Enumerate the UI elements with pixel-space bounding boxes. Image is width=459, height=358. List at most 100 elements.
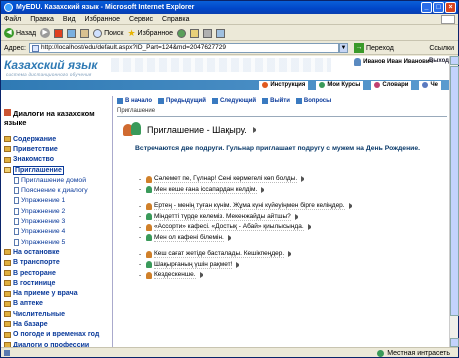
tree-item[interactable]: Диалоги о профессии <box>4 340 112 347</box>
tree-item-label: В ресторане <box>13 269 56 277</box>
tree-subitem[interactable]: Пояснение к диалогу <box>4 185 112 195</box>
play-audio-icon[interactable] <box>288 251 294 258</box>
speaker-icon[interactable] <box>252 127 259 133</box>
nav-start[interactable]: В начало <box>117 98 152 104</box>
menu-edit[interactable]: Правка <box>30 16 54 23</box>
browser-window: MyEDU. Казахский язык - Microsoft Intern… <box>0 0 459 358</box>
nav-previous[interactable]: Предыдущий <box>158 98 206 104</box>
close-button[interactable]: × <box>445 2 456 13</box>
menu-view[interactable]: Вид <box>63 16 76 23</box>
nav-instructions[interactable]: Инструкция <box>259 80 309 90</box>
folder-icon <box>4 270 11 276</box>
speaker-avatar-icon <box>146 271 152 279</box>
dialogue-text: Кездескенше. <box>154 271 196 280</box>
stop-icon[interactable] <box>54 28 64 38</box>
mail-icon[interactable] <box>190 28 200 38</box>
menu-favorites[interactable]: Избранное <box>85 16 120 23</box>
play-audio-icon[interactable] <box>301 176 307 183</box>
tree-subitem[interactable]: Упражнение 2 <box>4 206 112 216</box>
tree-item[interactable]: В аптеке <box>4 299 112 309</box>
back-button[interactable]: ◀ Назад <box>4 28 36 38</box>
lesson-title: Приглашение - Шақыру. <box>147 125 247 135</box>
tree-item[interactable]: На приеме у врача <box>4 288 112 298</box>
nav-next[interactable]: Следующий <box>211 98 256 104</box>
tree-subitem[interactable]: Упражнение 5 <box>4 237 112 247</box>
search-button[interactable]: Поиск <box>93 28 123 38</box>
address-input[interactable]: http://localhost/edu/default.aspx?ID_Par… <box>28 43 339 53</box>
folder-icon <box>4 249 11 256</box>
favorites-button[interactable]: ★ Избранное <box>127 28 173 39</box>
nav-questions[interactable]: Вопросы <box>295 98 331 104</box>
tree-item[interactable]: Числительные <box>4 309 112 319</box>
scroll-up-icon[interactable] <box>450 56 459 65</box>
title-bar: MyEDU. Казахский язык - Microsoft Intern… <box>1 1 458 14</box>
tree-item[interactable]: О погоде и временах год <box>4 330 112 340</box>
tree-subitem[interactable]: Приглашение домой <box>4 175 112 185</box>
menu-help[interactable]: Справка <box>162 16 189 23</box>
menu-tools[interactable]: Сервис <box>129 16 153 23</box>
tree-item-label: Упражнение 1 <box>21 197 66 205</box>
tree-item[interactable]: На остановке <box>4 247 112 257</box>
speaker-avatar-icon <box>146 261 152 269</box>
folder-icon <box>4 321 11 328</box>
tree-subitem[interactable]: Упражнение 4 <box>4 227 112 237</box>
tree-item[interactable]: На базаре <box>4 319 112 329</box>
nav-my-courses[interactable]: Мои Курсы <box>316 80 364 90</box>
tree-item-label: На приеме у врача <box>13 290 78 298</box>
print-icon[interactable] <box>203 28 213 38</box>
play-audio-icon[interactable] <box>236 261 242 268</box>
tree-subitem[interactable]: Упражнение 1 <box>4 196 112 206</box>
dialogue-line: - Кеш сағат жетіде басталады. Кешікпеңдер… <box>139 249 429 260</box>
maximize-button[interactable]: □ <box>433 2 444 13</box>
edit-icon[interactable] <box>216 28 226 38</box>
toolbar: ◀ Назад ▶ Поиск ★ Избранное <box>1 26 458 41</box>
menu-file[interactable]: Файл <box>4 16 21 23</box>
dash: - <box>139 271 142 279</box>
tree-item[interactable]: Приветствие <box>4 144 112 154</box>
lesson-intro: Встречаются две подруги. Гульнар приглаш… <box>135 145 421 152</box>
nav-more[interactable]: Че <box>419 80 441 90</box>
media-icon[interactable] <box>177 28 187 38</box>
dash: - <box>139 223 142 231</box>
tree-item[interactable]: В гостинице <box>4 278 112 288</box>
vertical-scrollbar[interactable] <box>449 56 459 347</box>
exit-link[interactable]: Выход <box>429 58 449 64</box>
links-button[interactable]: Ссылки <box>429 45 454 52</box>
folder-icon <box>4 259 11 266</box>
address-dropdown[interactable]: ▼ <box>338 43 348 53</box>
scroll-thumb[interactable] <box>450 66 459 316</box>
go-button[interactable]: → Переход <box>353 43 394 53</box>
tree-subitem[interactable]: Упражнение 3 <box>4 216 112 226</box>
home-icon[interactable] <box>80 28 90 38</box>
tree-item[interactable]: Знакомство <box>4 155 112 165</box>
play-audio-icon[interactable] <box>199 272 206 279</box>
minimize-button[interactable]: _ <box>421 2 432 13</box>
dialogue-text: Кеш сағат жетіде басталады. Кешікпеңдер. <box>154 250 285 259</box>
nav-dictionaries[interactable]: Словари <box>371 80 412 90</box>
dictionary-icon <box>374 82 381 88</box>
tree-item[interactable]: Содержание <box>4 134 112 144</box>
tree-item-label: Приветствие <box>13 145 58 153</box>
tree-item-label: Знакомство <box>13 156 54 164</box>
forward-button[interactable]: ▶ <box>40 28 51 38</box>
tree-item[interactable]: В ресторане <box>4 268 112 278</box>
play-audio-icon[interactable] <box>348 203 355 210</box>
play-audio-icon[interactable] <box>261 186 267 193</box>
site-logo[interactable]: Казахский язык <box>4 58 98 72</box>
play-audio-icon[interactable] <box>294 213 301 220</box>
sidebar-title-text: Диалоги на казахском языке <box>4 109 95 127</box>
play-audio-icon[interactable] <box>227 234 234 241</box>
folder-icon <box>4 331 11 338</box>
nav-exit[interactable]: Выйти <box>262 98 290 104</box>
address-bar: Адрес: http://localhost/edu/default.aspx… <box>1 42 458 55</box>
top-nav: Инструкция Мои Курсы Словари Че <box>1 80 451 90</box>
play-audio-icon[interactable] <box>307 224 314 231</box>
refresh-icon[interactable] <box>67 28 77 38</box>
scroll-down-icon[interactable] <box>450 338 459 347</box>
dialogue-line: - Мен ол кафені білемін. <box>139 233 429 244</box>
tree-item[interactable]: Приглашение <box>4 165 112 175</box>
dialogue-text: Мен кеше ғана іссапардан келдім. <box>154 185 258 194</box>
lesson-nav: В начало Предыдущий Следующий Выйти Вопр… <box>117 98 331 104</box>
tree-item[interactable]: В транспорте <box>4 258 112 268</box>
dash: - <box>139 234 142 242</box>
